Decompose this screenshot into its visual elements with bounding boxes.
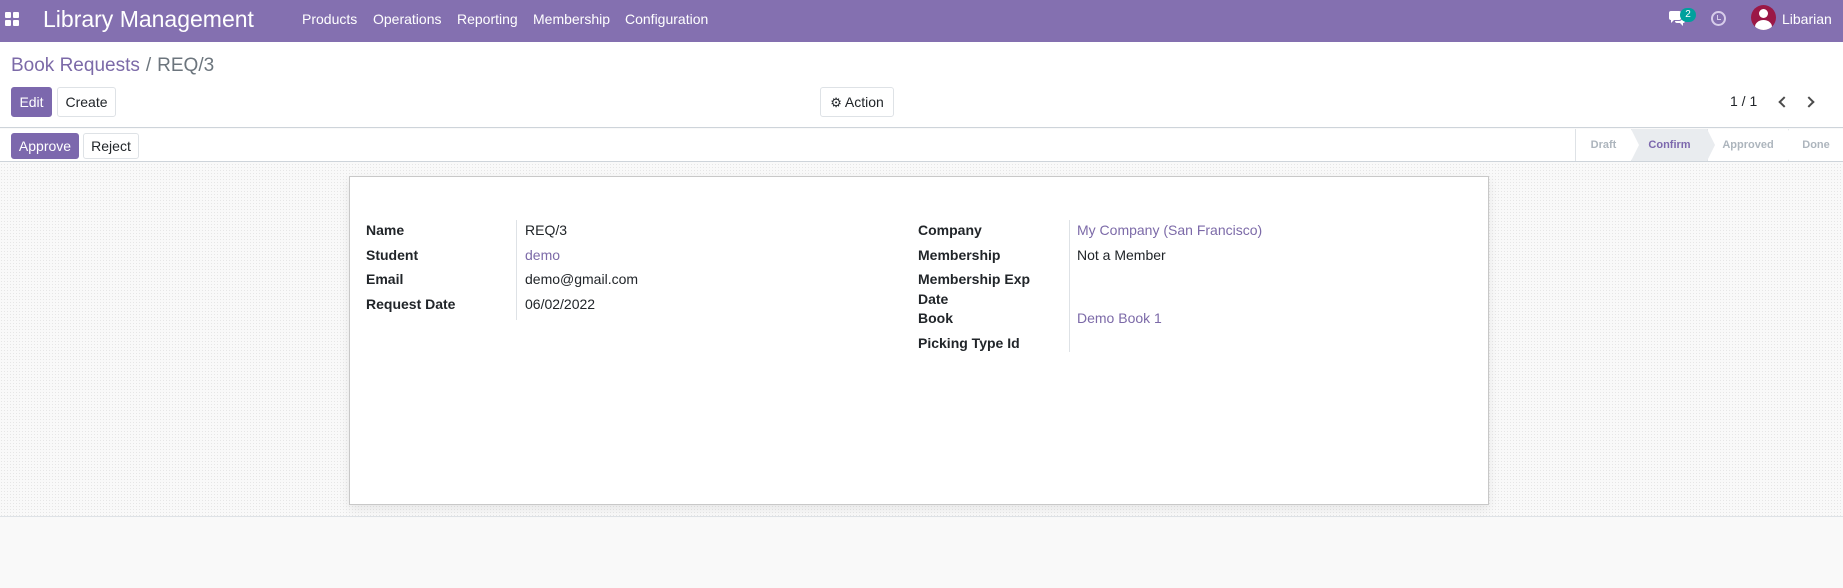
stage-draft[interactable]: Draft xyxy=(1575,129,1639,161)
stage-confirm-label: Confirm xyxy=(1648,139,1691,151)
student-link[interactable]: demo xyxy=(525,247,560,264)
breadcrumb-parent-link[interactable]: Book Requests xyxy=(11,55,140,76)
chevron-left-icon xyxy=(1778,96,1790,108)
book-label: Book xyxy=(918,310,953,326)
membership-exp-date-label-line1: Membership Exp xyxy=(918,271,1031,287)
stage-draft-label: Draft xyxy=(1590,139,1617,151)
stage-approved-label: Approved xyxy=(1722,139,1774,151)
activity-clock-icon[interactable] xyxy=(1711,11,1726,26)
stage-done-label: Done xyxy=(1802,139,1830,151)
app-brand[interactable]: Library Management xyxy=(43,5,254,33)
name-value: REQ/3 xyxy=(525,222,568,238)
form-statusbar: Approve Reject Draft Confirm Approved Do… xyxy=(0,129,1843,162)
menu-item-configuration[interactable]: Configuration xyxy=(625,11,708,27)
request-date-label: Request Date xyxy=(366,296,456,312)
user-menu-name[interactable]: Libarian xyxy=(1782,11,1832,27)
email-value: demo@gmail.com xyxy=(525,271,639,287)
pager-previous-button[interactable] xyxy=(1775,94,1791,110)
menu-item-membership[interactable]: Membership xyxy=(533,11,610,27)
membership-label: Membership xyxy=(918,247,1001,263)
company-label: Company xyxy=(918,222,982,238)
reject-button[interactable]: Reject xyxy=(83,133,139,159)
menu-item-reporting[interactable]: Reporting xyxy=(457,11,518,27)
edit-button[interactable]: Edit xyxy=(11,87,52,117)
main-navbar: Library Management Products Operations R… xyxy=(0,0,1843,42)
right-group-separator xyxy=(1069,220,1070,352)
action-dropdown-button[interactable]: ⚙ Action xyxy=(820,87,894,117)
form-sheet: Name REQ/3 Student demo Email demo@gmail… xyxy=(349,176,1489,505)
picking-type-label: Picking Type Id xyxy=(918,335,1020,351)
request-date-value: 06/02/2022 xyxy=(525,296,596,312)
left-group-separator xyxy=(516,220,517,320)
user-avatar[interactable] xyxy=(1751,5,1776,30)
breadcrumb-separator: / xyxy=(145,55,152,76)
breadcrumb: Book Requests / REQ/3 xyxy=(11,54,214,78)
chat-count-badge: 2 xyxy=(1680,8,1696,22)
company-link[interactable]: My Company (San Francisco) xyxy=(1077,222,1262,239)
membership-exp-date-label-line2: Date xyxy=(918,291,949,307)
membership-value: Not a Member xyxy=(1077,247,1166,263)
student-label: Student xyxy=(366,247,419,263)
menu-item-operations[interactable]: Operations xyxy=(373,11,441,27)
breadcrumb-current: REQ/3 xyxy=(157,55,215,76)
stage-confirm[interactable]: Confirm xyxy=(1631,129,1715,161)
footer-area xyxy=(0,518,1843,588)
name-label: Name xyxy=(366,222,405,238)
stage-pipeline: Draft Confirm Approved Done xyxy=(1575,129,1843,161)
pager-next-button[interactable] xyxy=(1803,94,1819,110)
create-button[interactable]: Create xyxy=(57,87,116,117)
apps-menu-icon[interactable] xyxy=(5,12,19,26)
book-link[interactable]: Demo Book 1 xyxy=(1077,310,1162,327)
chevron-right-icon xyxy=(1803,96,1815,108)
email-label: Email xyxy=(366,271,404,287)
menu-item-products[interactable]: Products xyxy=(302,11,357,27)
stage-done[interactable]: Done xyxy=(1788,129,1843,161)
stage-approved[interactable]: Approved xyxy=(1707,129,1796,161)
approve-button[interactable]: Approve xyxy=(11,133,79,159)
control-panel: Book Requests / REQ/3 Edit Create ⚙ Action … xyxy=(0,42,1843,128)
gear-icon: ⚙ xyxy=(830,95,842,110)
action-label: Action xyxy=(844,94,884,110)
pager-value[interactable]: 1 / 1 xyxy=(1730,93,1757,109)
